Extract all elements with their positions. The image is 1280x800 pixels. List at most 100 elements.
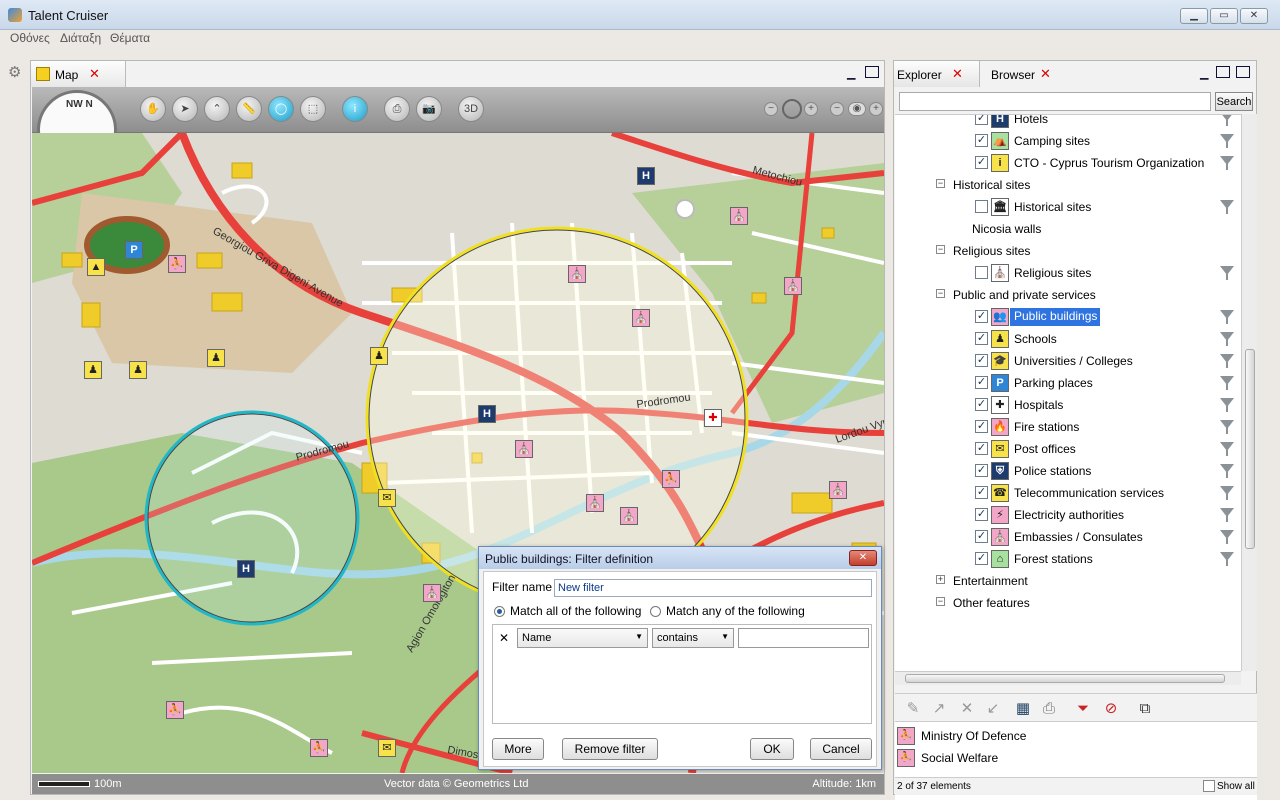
- layer-checkbox[interactable]: ✓: [975, 420, 988, 433]
- layer-checkbox[interactable]: ✓: [975, 376, 988, 389]
- embassy-marker[interactable]: ⛪: [784, 277, 802, 295]
- match-all-radio[interactable]: [494, 606, 505, 617]
- public-building-marker[interactable]: ⛹: [662, 470, 680, 488]
- rect-select-tool-button[interactable]: ⬚: [300, 96, 326, 122]
- filter-icon[interactable]: [1220, 266, 1234, 280]
- layer-checkbox[interactable]: ✓: [975, 398, 988, 411]
- menu-layout[interactable]: Διάταξη: [60, 31, 101, 45]
- ok-button[interactable]: OK: [750, 738, 794, 760]
- layer-group-row[interactable]: − Other features: [895, 592, 1241, 614]
- print-tool-button[interactable]: ⎙: [384, 96, 410, 122]
- layer-row[interactable]: ✓ 🎓 Universities / Colleges: [895, 350, 1241, 372]
- detach-panel-icon[interactable]: [1236, 66, 1250, 78]
- filter-icon[interactable]: [1220, 398, 1234, 412]
- filter-icon[interactable]: [1220, 115, 1234, 126]
- hotel-marker[interactable]: H: [237, 560, 255, 578]
- layer-row[interactable]: ✓ ✉ Post offices: [895, 438, 1241, 460]
- filter-icon[interactable]: [1220, 376, 1234, 390]
- filter-icon[interactable]: [1220, 464, 1234, 478]
- layer-checkbox[interactable]: ✓: [975, 442, 988, 455]
- filter-icon[interactable]: [1220, 508, 1234, 522]
- scroll-thumb[interactable]: [1245, 349, 1255, 549]
- filter-icon[interactable]: [1220, 442, 1234, 456]
- show-all-checkbox[interactable]: [1203, 780, 1215, 792]
- layer-group-row[interactable]: + Entertainment: [895, 570, 1241, 592]
- public-building-marker[interactable]: ⛹: [310, 739, 328, 757]
- layer-checkbox[interactable]: ✓: [975, 354, 988, 367]
- embassy-marker[interactable]: ⛪: [632, 309, 650, 327]
- layer-row[interactable]: ✓ 👥 Public buildings: [895, 306, 1241, 328]
- rule-value-input[interactable]: [738, 628, 869, 648]
- collapse-icon[interactable]: −: [936, 597, 945, 606]
- school-marker[interactable]: ♟: [84, 361, 102, 379]
- layer-row[interactable]: ⛪ Religious sites: [895, 262, 1241, 284]
- info-tool-button[interactable]: i: [342, 96, 368, 122]
- filter-icon[interactable]: [1220, 486, 1234, 500]
- remove-filter-icon[interactable]: ⏷: [1073, 699, 1093, 719]
- cancel-button[interactable]: Cancel: [810, 738, 872, 760]
- close-tab-icon[interactable]: ✕: [952, 66, 963, 82]
- layer-row[interactable]: 🏛 Historical sites: [895, 196, 1241, 218]
- minimize-panel-icon[interactable]: ▁: [1200, 67, 1208, 80]
- layer-checkbox[interactable]: ✓: [975, 156, 988, 169]
- layer-checkbox[interactable]: ✓: [975, 115, 988, 125]
- parking-marker[interactable]: P: [125, 241, 143, 259]
- layer-checkbox[interactable]: ✓: [975, 486, 988, 499]
- zoom-in-button[interactable]: +: [804, 102, 818, 116]
- layer-group-row[interactable]: − Religious sites: [895, 240, 1241, 262]
- match-any-radio[interactable]: [650, 606, 661, 617]
- dialog-close-button[interactable]: ✕: [849, 550, 877, 566]
- filter-icon[interactable]: [1220, 134, 1234, 148]
- tab-explorer[interactable]: Explorer ✕: [894, 61, 980, 87]
- zoom-out-button[interactable]: −: [764, 102, 778, 116]
- close-tab-icon[interactable]: ✕: [89, 66, 100, 82]
- school-marker[interactable]: ♟: [129, 361, 147, 379]
- layer-checkbox[interactable]: [975, 266, 988, 279]
- zoom-to-selection-icon[interactable]: ⧉: [1135, 699, 1155, 719]
- filter-icon[interactable]: [1220, 354, 1234, 368]
- university-marker[interactable]: ▲: [87, 258, 105, 276]
- filter-icon[interactable]: [1220, 156, 1234, 170]
- layer-row[interactable]: ✓ H Hotels: [895, 115, 1241, 130]
- expand-icon[interactable]: +: [936, 575, 945, 584]
- public-building-marker[interactable]: ⛹: [168, 255, 186, 273]
- maximize-button[interactable]: ▭: [1210, 8, 1238, 24]
- layer-checkbox[interactable]: ✓: [975, 530, 988, 543]
- embassy-marker[interactable]: ⛪: [586, 494, 604, 512]
- layer-checkbox[interactable]: ✓: [975, 464, 988, 477]
- embassy-marker[interactable]: ⛪: [423, 584, 441, 602]
- embassy-marker[interactable]: ⛪: [620, 507, 638, 525]
- collapse-icon[interactable]: −: [936, 289, 945, 298]
- public-building-marker[interactable]: ⛹: [166, 701, 184, 719]
- operator-select[interactable]: contains ▼: [652, 628, 734, 648]
- close-tab-icon[interactable]: ✕: [1040, 66, 1051, 82]
- layer-checkbox[interactable]: [975, 200, 988, 213]
- layer-checkbox[interactable]: ✓: [975, 332, 988, 345]
- layer-checkbox[interactable]: ✓: [975, 508, 988, 521]
- tree-vertical-scrollbar[interactable]: [1241, 114, 1257, 671]
- layer-row[interactable]: ✓ i CTO - Cyprus Tourism Organization: [895, 152, 1241, 174]
- altitude-up-button[interactable]: +: [869, 102, 883, 116]
- layer-row[interactable]: ✓ ✚ Hospitals: [895, 394, 1241, 416]
- layer-row[interactable]: ✓ ⌂ Forest stations: [895, 548, 1241, 570]
- school-marker[interactable]: ♟: [370, 347, 388, 365]
- delete-icon[interactable]: ✕: [957, 699, 977, 719]
- layer-row[interactable]: ✓ ⛺ Camping sites: [895, 130, 1241, 152]
- arrow-up-right-icon[interactable]: ↗: [929, 699, 949, 719]
- embassy-marker[interactable]: ⛪: [568, 265, 586, 283]
- filter-icon[interactable]: [1220, 420, 1234, 434]
- 3d-tool-button[interactable]: 3D: [458, 96, 484, 122]
- search-input[interactable]: [899, 92, 1211, 111]
- collapse-icon[interactable]: −: [936, 245, 945, 254]
- layer-row[interactable]: ✓ P Parking places: [895, 372, 1241, 394]
- maximize-panel-icon[interactable]: [1216, 66, 1230, 78]
- altitude-down-button[interactable]: −: [830, 102, 844, 116]
- filter-icon[interactable]: [1220, 310, 1234, 324]
- circle-select-tool-button[interactable]: ◯: [268, 96, 294, 122]
- tree-horizontal-scrollbar[interactable]: [895, 671, 1241, 685]
- layer-row[interactable]: Nicosia walls: [895, 218, 1241, 240]
- filter-icon[interactable]: [1220, 530, 1234, 544]
- filter-name-input[interactable]: [554, 579, 872, 597]
- collapse-icon[interactable]: −: [936, 179, 945, 188]
- layer-checkbox[interactable]: ✓: [975, 134, 988, 147]
